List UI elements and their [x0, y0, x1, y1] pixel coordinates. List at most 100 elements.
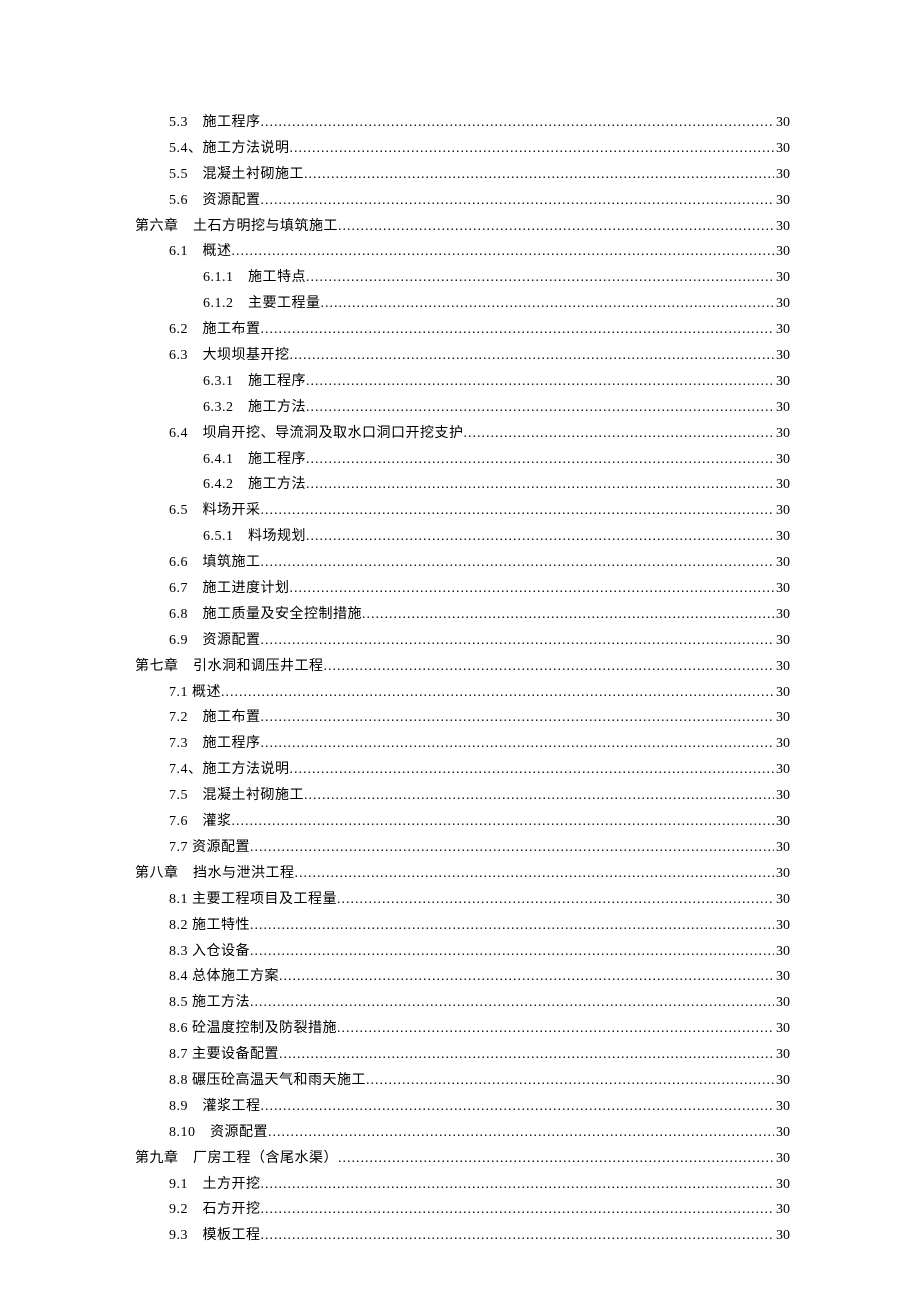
- toc-leader-dots: [304, 162, 774, 188]
- toc-leader-dots: [279, 964, 774, 990]
- toc-label: 5.6 资源配置: [169, 188, 261, 214]
- toc-page-number: 30: [774, 990, 790, 1016]
- toc-entry: 9.2 石方开挖30: [135, 1197, 790, 1223]
- toc-leader-dots: [306, 472, 774, 498]
- toc-label: 6.8 施工质量及安全控制措施: [169, 602, 362, 628]
- toc-entry: 9.1 土方开挖 30: [135, 1172, 790, 1198]
- toc-label: 7.6 灌浆: [169, 809, 232, 835]
- toc-entry: 8.4 总体施工方案30: [135, 964, 790, 990]
- toc-entry: 第六章 土石方明挖与填筑施工 30: [135, 214, 790, 240]
- toc-page-number: 30: [774, 1223, 790, 1249]
- toc-label: 9.1 土方开挖: [169, 1172, 261, 1198]
- toc-entry: 5.3 施工程序30: [135, 110, 790, 136]
- toc-page-number: 30: [774, 550, 790, 576]
- toc-entry: 6.1.2 主要工程量30: [135, 291, 790, 317]
- toc-entry: 7.6 灌浆 30: [135, 809, 790, 835]
- toc-page-number: 30: [774, 265, 790, 291]
- toc-label: 6.3 大坝坝基开挖: [169, 343, 290, 369]
- toc-leader-dots: [337, 1016, 774, 1042]
- toc-label: 6.1.1 施工特点: [203, 265, 306, 291]
- toc-page-number: 30: [774, 188, 790, 214]
- toc-entry: 8.5 施工方法 30: [135, 990, 790, 1016]
- toc-entry: 6.1 概述30: [135, 239, 790, 265]
- toc-label: 7.4、施工方法说明: [169, 757, 290, 783]
- toc-label: 7.5 混凝土衬砌施工: [169, 783, 304, 809]
- toc-label: 6.9 资源配置: [169, 628, 261, 654]
- toc-label: 9.3 模板工程: [169, 1223, 261, 1249]
- toc-leader-dots: [338, 1146, 774, 1172]
- toc-leader-dots: [261, 1172, 775, 1198]
- toc-label: 7.2 施工布置: [169, 705, 261, 731]
- toc-label: 5.4、施工方法说明: [169, 136, 290, 162]
- toc-leader-dots: [290, 576, 775, 602]
- toc-leader-dots: [261, 705, 775, 731]
- toc-label: 8.5 施工方法: [169, 990, 250, 1016]
- toc-label: 6.3.2 施工方法: [203, 395, 306, 421]
- toc-page-number: 30: [774, 447, 790, 473]
- toc-page-number: 30: [774, 861, 790, 887]
- toc-leader-dots: [290, 136, 775, 162]
- toc-leader-dots: [290, 757, 775, 783]
- toc-label: 8.3 入仓设备: [169, 939, 250, 965]
- toc-leader-dots: [306, 265, 774, 291]
- toc-entry: 6.9 资源配置30: [135, 628, 790, 654]
- toc-page-number: 30: [774, 1042, 790, 1068]
- toc-page-number: 30: [774, 757, 790, 783]
- toc-leader-dots: [295, 861, 775, 887]
- toc-entry: 6.4.2 施工方法 30: [135, 472, 790, 498]
- toc-page-number: 30: [774, 576, 790, 602]
- toc-entry: 6.3 大坝坝基开挖 30: [135, 343, 790, 369]
- toc-label: 8.8 碾压砼高温天气和雨天施工: [169, 1068, 366, 1094]
- toc-entry: 7.1 概述30: [135, 680, 790, 706]
- toc-leader-dots: [232, 239, 775, 265]
- toc-label: 7.7 资源配置: [169, 835, 250, 861]
- toc-label: 6.7 施工进度计划: [169, 576, 290, 602]
- toc-entry: 8.8 碾压砼高温天气和雨天施工30: [135, 1068, 790, 1094]
- toc-entry: 8.1 主要工程项目及工程量 30: [135, 887, 790, 913]
- toc-entry: 5.6 资源配置 30: [135, 188, 790, 214]
- toc-leader-dots: [306, 447, 774, 473]
- toc-page-number: 30: [774, 1172, 790, 1198]
- toc-page-number: 30: [774, 1146, 790, 1172]
- toc-entry: 6.8 施工质量及安全控制措施30: [135, 602, 790, 628]
- toc-page-number: 30: [774, 110, 790, 136]
- toc-label: 8.7 主要设备配置: [169, 1042, 279, 1068]
- toc-label: 8.4 总体施工方案: [169, 964, 279, 990]
- toc-entry: 8.9 灌浆工程30: [135, 1094, 790, 1120]
- toc-entry: 6.2 施工布置30: [135, 317, 790, 343]
- toc-leader-dots: [464, 421, 775, 447]
- toc-page-number: 30: [774, 136, 790, 162]
- toc-leader-dots: [306, 524, 774, 550]
- toc-label: 第六章 土石方明挖与填筑施工: [135, 214, 338, 240]
- toc-leader-dots: [261, 731, 775, 757]
- toc-leader-dots: [279, 1042, 774, 1068]
- toc-label: 6.1 概述: [169, 239, 232, 265]
- toc-page-number: 30: [774, 214, 790, 240]
- toc-leader-dots: [250, 913, 774, 939]
- toc-entry: 8.7 主要设备配置 30: [135, 1042, 790, 1068]
- toc-entry: 8.2 施工特性30: [135, 913, 790, 939]
- toc-entry: 5.4、施工方法说明 30: [135, 136, 790, 162]
- toc-leader-dots: [304, 783, 774, 809]
- toc-label: 8.1 主要工程项目及工程量: [169, 887, 337, 913]
- toc-leader-dots: [250, 990, 774, 1016]
- toc-label: 9.2 石方开挖: [169, 1197, 261, 1223]
- toc-page-number: 30: [774, 472, 790, 498]
- toc-page-number: 30: [774, 1016, 790, 1042]
- toc-entry: 6.4 坝肩开挖、导流洞及取水口洞口开挖支护 30: [135, 421, 790, 447]
- toc-leader-dots: [250, 835, 774, 861]
- toc-label: 6.4.2 施工方法: [203, 472, 306, 498]
- table-of-contents: 5.3 施工程序305.4、施工方法说明305.5 混凝土衬砌施工305.6 资…: [135, 110, 790, 1249]
- toc-label: 6.3.1 施工程序: [203, 369, 306, 395]
- toc-page-number: 30: [774, 887, 790, 913]
- toc-entry: 6.5 料场开采30: [135, 498, 790, 524]
- toc-page-number: 30: [774, 835, 790, 861]
- toc-page-number: 30: [774, 291, 790, 317]
- toc-label: 8.2 施工特性: [169, 913, 250, 939]
- toc-page-number: 30: [774, 809, 790, 835]
- toc-page-number: 30: [774, 421, 790, 447]
- toc-page-number: 30: [774, 343, 790, 369]
- toc-entry: 7.3 施工程序30: [135, 731, 790, 757]
- toc-leader-dots: [290, 343, 775, 369]
- toc-label: 6.4 坝肩开挖、导流洞及取水口洞口开挖支护: [169, 421, 464, 447]
